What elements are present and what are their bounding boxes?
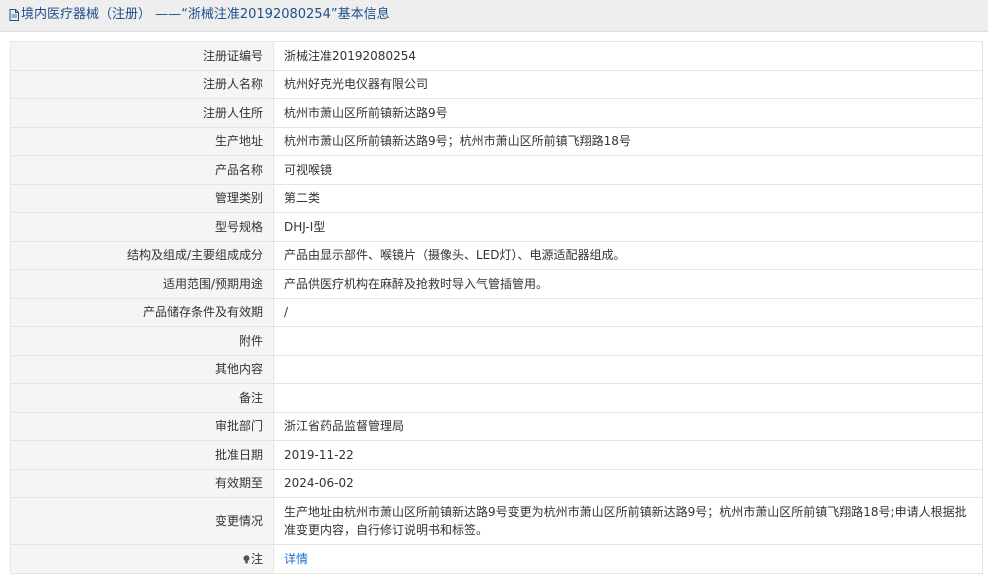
table-row: 批准日期 2019-11-22 bbox=[10, 440, 983, 470]
row-value: 浙江省药品监督管理局 bbox=[273, 411, 983, 441]
table-row: 生产地址 杭州市萧山区所前镇新达路9号；杭州市萧山区所前镇飞翔路18号 bbox=[10, 126, 983, 156]
row-label: 审批部门 bbox=[10, 411, 274, 441]
row-value: 杭州市萧山区所前镇新达路9号；杭州市萧山区所前镇飞翔路18号 bbox=[273, 126, 983, 156]
row-value: / bbox=[273, 297, 983, 327]
table-row: 附件 bbox=[10, 326, 983, 356]
page: 境内医疗器械（注册） ——“浙械注准20192080254”基本信息 注册证编号… bbox=[0, 0, 988, 583]
table-row: 管理类别 第二类 bbox=[10, 183, 983, 213]
note-label-cell: 注 bbox=[10, 544, 274, 574]
table-row: 其他内容 bbox=[10, 354, 983, 384]
document-icon bbox=[9, 9, 19, 21]
row-label: 备注 bbox=[10, 383, 274, 413]
row-label: 变更情况 bbox=[10, 497, 274, 545]
table-row: 备注 bbox=[10, 383, 983, 413]
row-label: 型号规格 bbox=[10, 212, 274, 242]
row-label: 有效期至 bbox=[10, 468, 274, 498]
note-value-cell: 详情 bbox=[273, 544, 983, 574]
row-value bbox=[273, 326, 983, 356]
row-label: 结构及组成/主要组成成分 bbox=[10, 240, 274, 270]
table-row: 注册人住所 杭州市萧山区所前镇新达路9号 bbox=[10, 98, 983, 128]
row-label: 注册证编号 bbox=[10, 41, 274, 71]
row-value: 2019-11-22 bbox=[273, 440, 983, 470]
table-row: 注册证编号 浙械注准20192080254 bbox=[10, 41, 983, 71]
table-row: 产品储存条件及有效期 / bbox=[10, 297, 983, 327]
row-label: 管理类别 bbox=[10, 183, 274, 213]
row-value bbox=[273, 383, 983, 413]
row-value bbox=[273, 354, 983, 384]
table-row: 注册人名称 杭州好克光电仪器有限公司 bbox=[10, 69, 983, 99]
row-value: 可视喉镜 bbox=[273, 155, 983, 185]
row-value: 杭州市萧山区所前镇新达路9号 bbox=[273, 98, 983, 128]
note-label: 注 bbox=[250, 551, 263, 566]
row-value: 2024-06-02 bbox=[273, 468, 983, 498]
row-label: 附件 bbox=[10, 326, 274, 356]
info-table: 注册证编号 浙械注准20192080254 注册人名称 杭州好克光电仪器有限公司… bbox=[10, 41, 983, 574]
row-value: 浙械注准20192080254 bbox=[273, 41, 983, 71]
row-value: 生产地址由杭州市萧山区所前镇新达路9号变更为杭州市萧山区所前镇新达路9号；杭州市… bbox=[273, 497, 983, 545]
row-value: 第二类 bbox=[273, 183, 983, 213]
row-label: 批准日期 bbox=[10, 440, 274, 470]
row-label: 其他内容 bbox=[10, 354, 274, 384]
page-title: 境内医疗器械（注册） ——“浙械注准20192080254”基本信息 bbox=[21, 7, 390, 22]
note-row: 注 详情 bbox=[10, 544, 983, 574]
table-row: 结构及组成/主要组成成分 产品由显示部件、喉镜片（摄像头、LED灯）、电源适配器… bbox=[10, 240, 983, 270]
table-row: 审批部门 浙江省药品监督管理局 bbox=[10, 411, 983, 441]
row-label: 注册人住所 bbox=[10, 98, 274, 128]
table-row: 变更情况 生产地址由杭州市萧山区所前镇新达路9号变更为杭州市萧山区所前镇新达路9… bbox=[10, 497, 983, 545]
row-value: 产品供医疗机构在麻醉及抢救时导入气管插管用。 bbox=[273, 269, 983, 299]
row-label: 产品储存条件及有效期 bbox=[10, 297, 274, 327]
row-label: 生产地址 bbox=[10, 126, 274, 156]
row-value: 杭州好克光电仪器有限公司 bbox=[273, 69, 983, 99]
title-bar: 境内医疗器械（注册） ——“浙械注准20192080254”基本信息 bbox=[0, 0, 988, 32]
table-row: 产品名称 可视喉镜 bbox=[10, 155, 983, 185]
table-row: 型号规格 DHJ-Ⅰ型 bbox=[10, 212, 983, 242]
details-link[interactable]: 详情 bbox=[284, 552, 308, 566]
table-row: 适用范围/预期用途 产品供医疗机构在麻醉及抢救时导入气管插管用。 bbox=[10, 269, 983, 299]
table-row: 有效期至 2024-06-02 bbox=[10, 468, 983, 498]
lightbulb-icon bbox=[243, 554, 250, 564]
row-label: 产品名称 bbox=[10, 155, 274, 185]
row-value: 产品由显示部件、喉镜片（摄像头、LED灯）、电源适配器组成。 bbox=[273, 240, 983, 270]
row-value: DHJ-Ⅰ型 bbox=[273, 212, 983, 242]
row-label: 注册人名称 bbox=[10, 69, 274, 99]
row-label: 适用范围/预期用途 bbox=[10, 269, 274, 299]
